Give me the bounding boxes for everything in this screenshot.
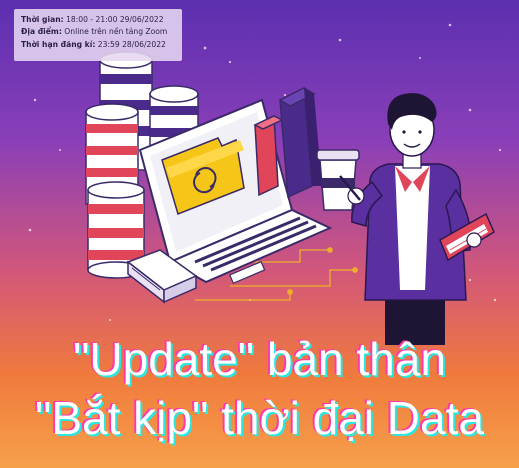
time-value: 18:00 - 21:00 29/06/2022 — [66, 15, 164, 24]
time-label: Thời gian: — [21, 15, 64, 24]
event-time: Thời gian: 18:00 - 21:00 29/06/2022 — [21, 14, 175, 26]
headline-line-1: "Update" bản thân — [73, 333, 446, 385]
deadline-label: Thời hạn đăng kí: — [21, 39, 96, 49]
place-value: Online trên nền tảng Zoom — [64, 27, 168, 37]
place-label: Địa điểm: — [21, 27, 62, 37]
event-banner: Thời gian: 18:00 - 21:00 29/06/2022 Địa … — [0, 0, 519, 468]
bar-chart-icon — [253, 86, 322, 199]
event-info-box: Thời gian: 18:00 - 21:00 29/06/2022 Địa … — [14, 9, 182, 61]
presenter-illustration — [339, 93, 472, 345]
headline-line-2: "Bắt kịp" thời đại Data — [35, 392, 484, 444]
event-place: Địa điểm: Online trên nền tảng Zoom — [21, 26, 175, 38]
event-deadline: Thời hạn đăng kí: 23:59 28/06/2022 — [21, 39, 175, 51]
deadline-value: 23:59 28/06/2022 — [97, 39, 166, 49]
